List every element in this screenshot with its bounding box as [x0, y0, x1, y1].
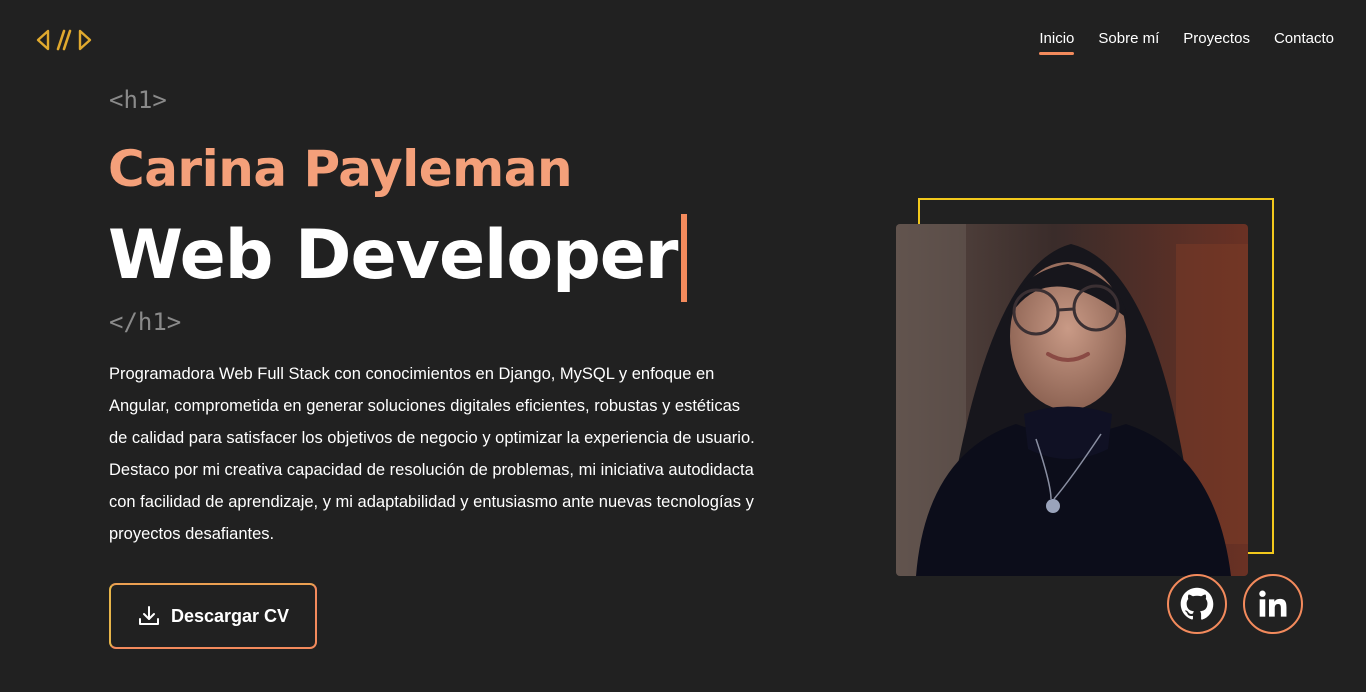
nav-sobre-mi[interactable]: Sobre mí — [1098, 30, 1159, 53]
hero-description: Programadora Web Full Stack con conocimi… — [109, 365, 755, 543]
nav-contacto[interactable]: Contacto — [1274, 30, 1334, 53]
hero-role: Web Developer — [108, 208, 688, 302]
nav-proyectos[interactable]: Proyectos — [1183, 30, 1250, 53]
linkedin-icon — [1259, 590, 1287, 617]
hero-role-text: Web Developer — [108, 215, 678, 295]
h1-open-tag: <h1> — [109, 86, 167, 114]
nav-inicio[interactable]: Inicio — [1039, 30, 1075, 55]
code-brackets-icon[interactable] — [36, 28, 92, 52]
h1-close-tag: </h1> — [109, 308, 182, 336]
typing-cursor — [681, 214, 688, 302]
download-icon — [138, 606, 159, 625]
github-icon — [1180, 587, 1214, 620]
profile-photo — [896, 224, 1248, 576]
github-link[interactable] — [1167, 574, 1227, 634]
linkedin-link[interactable] — [1243, 574, 1303, 634]
main-nav: Inicio Sobre mí Proyectos Contacto — [1039, 30, 1334, 55]
download-cv-button[interactable]: Descargar CV — [109, 583, 317, 649]
download-cv-label: Descargar CV — [170, 605, 290, 626]
hero-name: Carina Payleman — [108, 140, 573, 198]
